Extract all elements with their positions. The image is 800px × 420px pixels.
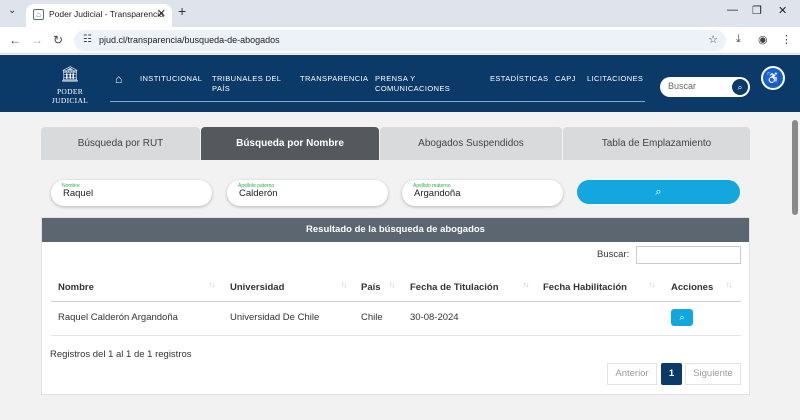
tab-busqueda-rut[interactable]: Búsqueda por RUT bbox=[41, 127, 200, 160]
filter-input[interactable] bbox=[636, 246, 741, 264]
results-panel: Resultado de la búsqueda de abogados Bus… bbox=[41, 217, 750, 395]
sort-icon[interactable]: ↑↓ bbox=[726, 280, 732, 289]
next-page-button[interactable]: Siguiente bbox=[685, 363, 741, 385]
download-icon[interactable]: ⤓ bbox=[736, 33, 741, 46]
forward-icon[interactable]: → bbox=[31, 33, 43, 47]
nav-transparencia[interactable]: TRANSPARENCIA bbox=[300, 74, 368, 84]
apellido-materno-value[interactable]: Argandoña bbox=[414, 188, 460, 199]
bookmark-star-icon[interactable]: ☆ bbox=[708, 33, 718, 46]
restore-icon[interactable]: ❐ bbox=[752, 4, 762, 17]
profile-icon[interactable]: ◉ bbox=[758, 33, 768, 46]
page-1-button[interactable]: 1 bbox=[661, 363, 682, 385]
tab-tabla-emplazamiento[interactable]: Tabla de Emplazamiento bbox=[563, 127, 750, 160]
col-fecha-habilitacion[interactable]: Fecha Habilitación bbox=[543, 282, 627, 293]
courthouse-icon: 🏛 bbox=[60, 66, 80, 83]
sort-icon[interactable]: ↑↓ bbox=[523, 280, 529, 289]
search-icon[interactable]: ⌕ bbox=[732, 79, 748, 95]
accessibility-icon[interactable]: ♿ bbox=[761, 66, 785, 90]
search-icon: ⌕ bbox=[655, 186, 662, 198]
close-icon[interactable]: ✕ bbox=[157, 7, 166, 20]
nombre-value[interactable]: Raquel bbox=[63, 188, 93, 199]
nav-estadisticas[interactable]: ESTADÍSTICAS bbox=[490, 74, 548, 84]
logo[interactable]: 🏛 PODER JUDICIAL bbox=[40, 66, 100, 106]
cell-nombre: Raquel Calderón Argandoña bbox=[58, 312, 178, 323]
main-nav: ⌂ INSTITUCIONAL TRIBUNALES DEL PAÍS TRAN… bbox=[110, 72, 645, 102]
search-icon: ⌕ bbox=[679, 312, 685, 322]
sort-icon[interactable]: ↑↓ bbox=[209, 280, 215, 289]
nav-capj[interactable]: CAPJ bbox=[555, 74, 576, 84]
col-nombre[interactable]: Nombre bbox=[58, 282, 94, 293]
apellido-paterno-field[interactable]: Apellido paterno Calderón bbox=[227, 180, 388, 206]
browser-tab[interactable]: ⌂ Poder Judicial - Transparencia ✕ bbox=[26, 4, 172, 27]
back-icon[interactable]: ← bbox=[9, 33, 21, 47]
divider bbox=[51, 335, 741, 336]
browser-toolbar: ← → ↻ ☷ pjud.cl/transparencia/busqueda-d… bbox=[0, 27, 800, 54]
favicon-icon: ⌂ bbox=[33, 9, 44, 20]
logo-text: PODER JUDICIAL bbox=[51, 87, 89, 105]
address-bar[interactable]: ☷ pjud.cl/transparencia/busqueda-de-abog… bbox=[74, 30, 726, 51]
col-acciones: Acciones bbox=[671, 282, 714, 293]
divider bbox=[51, 301, 741, 302]
new-tab-icon[interactable]: + bbox=[178, 3, 186, 19]
window-close-icon[interactable]: ✕ bbox=[778, 4, 787, 17]
site-info-icon[interactable]: ☷ bbox=[83, 34, 92, 45]
tab-abogados-suspendidos[interactable]: Abogados Suspendidos bbox=[380, 127, 562, 160]
apellido-materno-field[interactable]: Apellido materno Argandoña bbox=[402, 180, 563, 206]
nav-tribunales[interactable]: TRIBUNALES DEL PAÍS bbox=[212, 74, 282, 94]
browser-tabbar: ⌄ ⌂ Poder Judicial - Transparencia ✕ + —… bbox=[0, 0, 800, 27]
sort-icon[interactable]: ↑↓ bbox=[649, 280, 655, 289]
filter-label: Buscar: bbox=[597, 249, 630, 260]
sort-icon[interactable]: ↑↓ bbox=[341, 280, 347, 289]
col-fecha-titulacion[interactable]: Fecha de Titulación bbox=[410, 282, 499, 293]
scrollbar[interactable] bbox=[792, 120, 798, 215]
cell-fecha-titulacion: 30-08-2024 bbox=[410, 312, 459, 323]
results-title: Resultado de la búsqueda de abogados bbox=[42, 218, 749, 242]
reload-icon[interactable]: ↻ bbox=[53, 33, 63, 47]
nav-licitaciones[interactable]: LICITACIONES bbox=[587, 74, 643, 84]
home-icon[interactable]: ⌂ bbox=[115, 72, 122, 86]
cell-universidad: Universidad De Chile bbox=[230, 312, 320, 323]
tab-search-icon[interactable]: ⌄ bbox=[8, 5, 16, 16]
menu-icon[interactable]: ⋮ bbox=[781, 33, 792, 46]
cell-pais: Chile bbox=[361, 312, 383, 323]
sort-icon[interactable]: ↑↓ bbox=[389, 280, 395, 289]
nombre-field[interactable]: Nombre Raquel bbox=[51, 180, 212, 206]
nav-institucional[interactable]: INSTITUCIONAL bbox=[140, 74, 202, 84]
prev-page-button[interactable]: Anterior bbox=[607, 363, 657, 385]
col-universidad[interactable]: Universidad bbox=[230, 282, 284, 293]
header-search[interactable]: Buscar ⌕ bbox=[660, 77, 750, 97]
view-details-button[interactable]: ⌕ bbox=[671, 309, 693, 326]
header-search-input[interactable]: Buscar bbox=[668, 81, 696, 91]
search-button[interactable]: ⌕ bbox=[577, 180, 740, 204]
records-info: Registros del 1 al 1 de 1 registros bbox=[50, 349, 192, 360]
tab-busqueda-nombre[interactable]: Búsqueda por Nombre bbox=[201, 127, 379, 160]
minimize-icon[interactable]: — bbox=[727, 4, 738, 16]
url-text[interactable]: pjud.cl/transparencia/busqueda-de-abogad… bbox=[99, 35, 280, 45]
search-tabs: Búsqueda por RUT Búsqueda por Nombre Abo… bbox=[41, 127, 750, 160]
nav-prensa[interactable]: PRENSA Y COMUNICACIONES bbox=[375, 74, 455, 94]
apellido-paterno-value[interactable]: Calderón bbox=[239, 188, 278, 199]
site-header: 🏛 PODER JUDICIAL ⌂ INSTITUCIONAL TRIBUNA… bbox=[0, 55, 800, 112]
col-pais[interactable]: País bbox=[361, 282, 381, 293]
tab-title: Poder Judicial - Transparencia bbox=[49, 9, 164, 19]
